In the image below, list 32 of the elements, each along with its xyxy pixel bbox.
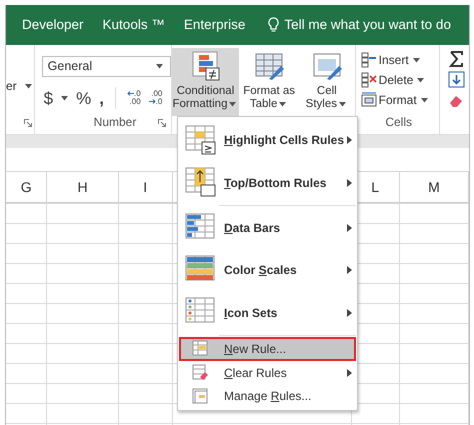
column-header[interactable]: H — [77, 176, 88, 198]
column-header[interactable]: I — [143, 176, 148, 198]
styles-button[interactable]: Cell Styles — [298, 48, 355, 116]
number-format-dropdown[interactable]: General — [42, 56, 171, 77]
group-label: Number — [94, 114, 136, 131]
tell-me-search[interactable]: Tell me what you want to do — [260, 14, 451, 36]
cells-button[interactable]: Delete — [358, 70, 439, 90]
format-button[interactable]: % — [74, 90, 94, 106]
partial-label: er — [6, 78, 17, 95]
menu-item[interactable]: Highlight Cells Rules — [179, 119, 356, 162]
ribbon-tab[interactable]: Developer — [18, 14, 99, 36]
menu-item[interactable]: Clear Rules — [179, 360, 356, 384]
cells-button[interactable]: Insert — [358, 50, 439, 70]
menu-item[interactable]: New Rule... — [179, 337, 356, 361]
menu-item[interactable]: Icon Sets — [179, 292, 356, 334]
menu-item[interactable]: Data Bars — [179, 206, 356, 250]
menu-item[interactable]: Color Scales — [179, 249, 356, 292]
format-button[interactable]: , — [97, 90, 106, 106]
column-header[interactable]: L — [371, 176, 380, 198]
styles-button[interactable]: Conditional Formatting — [172, 48, 240, 116]
group-label: Cells — [384, 114, 413, 131]
ribbon-tab[interactable]: Enterprise — [180, 14, 260, 36]
styles-button[interactable]: Format as Table — [240, 48, 298, 116]
menu-item[interactable]: Manage Rules... — [179, 384, 356, 408]
format-button[interactable]: $ — [42, 90, 56, 106]
cells-button[interactable]: Format — [358, 90, 439, 110]
ribbon-tab[interactable]: Kutools ™ — [98, 14, 180, 36]
decimal-button[interactable]: .0 .00 — [125, 90, 143, 106]
column-header[interactable]: G — [20, 176, 32, 198]
decimal-button[interactable]: .00 .0 — [146, 90, 164, 106]
column-header[interactable]: M — [428, 176, 440, 198]
menu-item[interactable]: Top/Bottom Rules — [179, 161, 356, 204]
